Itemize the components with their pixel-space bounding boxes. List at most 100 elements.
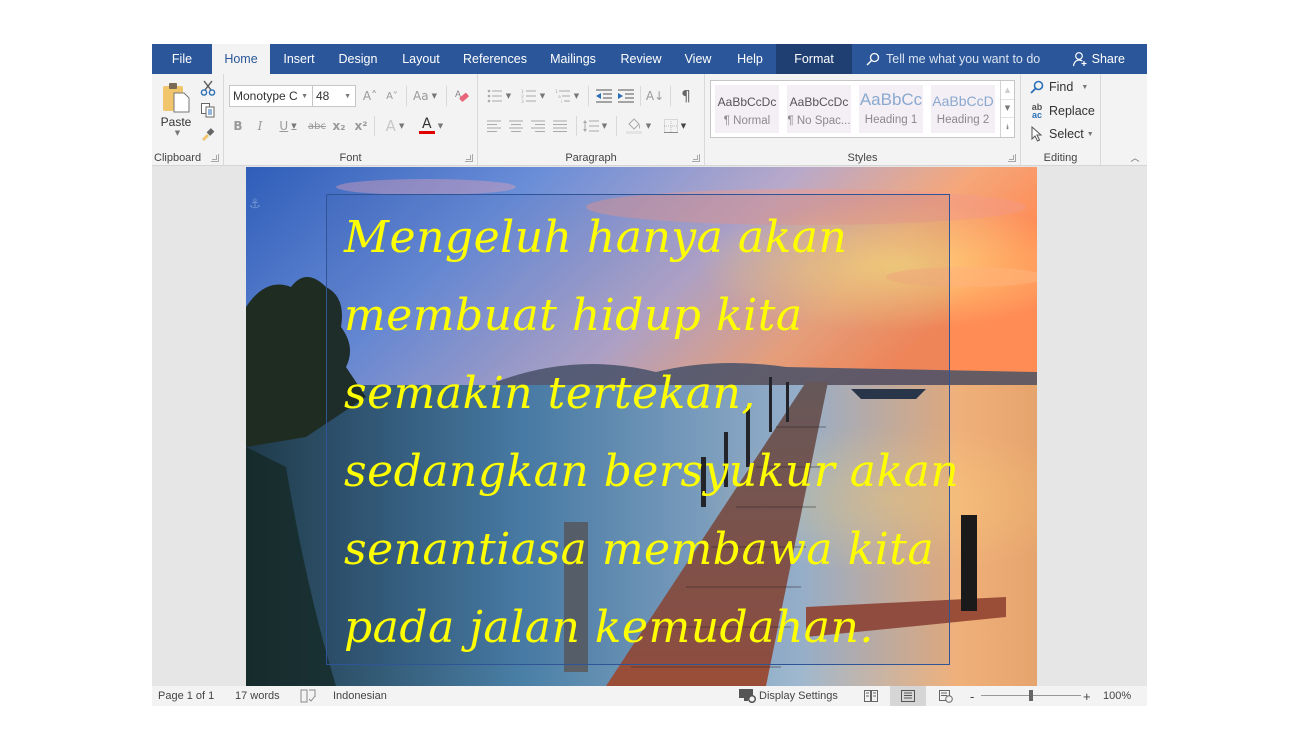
zoom-level[interactable]: 100% [1103, 686, 1131, 706]
tab-review[interactable]: Review [610, 44, 672, 74]
tab-file[interactable]: File [152, 44, 212, 74]
justify-button[interactable] [550, 116, 570, 136]
style-heading-1[interactable]: AaBbCc Heading 1 [859, 85, 923, 133]
zoom-slider-thumb[interactable] [1029, 690, 1033, 701]
style-normal[interactable]: AaBbCcDc ¶ Normal [715, 85, 779, 133]
increase-indent-button[interactable] [616, 86, 636, 106]
tab-layout[interactable]: Layout [388, 44, 454, 74]
anchor-icon: ⚓ [249, 197, 261, 212]
tab-help[interactable]: Help [724, 44, 776, 74]
divider [446, 86, 447, 106]
clear-formatting-button[interactable]: A [452, 86, 472, 106]
group-editing: Find ▼ ab ac Replace Select ▼ Editing [1021, 74, 1101, 166]
grow-font-button[interactable]: A˄ [360, 86, 380, 106]
gallery-more-button[interactable]: ⯯ [1001, 118, 1014, 137]
gallery-scroll-down-button[interactable]: ▼ [1001, 100, 1014, 119]
zoom-in-button[interactable]: + [1083, 686, 1091, 706]
font-color-glyph: A [422, 116, 432, 132]
tab-insert[interactable]: Insert [270, 44, 328, 74]
display-settings-button[interactable]: Display Settings [739, 686, 838, 706]
numbering-button[interactable]: 1 2 3 ▼ [518, 86, 548, 106]
word-window: File Home Insert Design Layout Reference… [152, 44, 1147, 706]
quote-textbox[interactable]: Mengeluh hanya akan membuat hidup kita s… [326, 194, 959, 667]
borders-button[interactable]: ▼ [658, 116, 692, 136]
justify-icon [553, 120, 567, 132]
divider [670, 86, 671, 106]
align-right-button[interactable] [528, 116, 548, 136]
select-button[interactable]: Select ▼ [1029, 126, 1094, 142]
page-layout-icon [901, 690, 915, 702]
chevron-down-icon: ▼ [1081, 83, 1089, 91]
styles-dialog-launcher[interactable] [1008, 154, 1016, 162]
shrink-font-icon: A˅ [386, 90, 398, 102]
multilevel-list-button[interactable]: 1 a i ▼ [552, 86, 582, 106]
shading-button[interactable]: ▼ [622, 116, 654, 136]
cut-button[interactable] [198, 79, 218, 97]
scissors-icon [200, 80, 216, 96]
tab-format[interactable]: Format [776, 44, 852, 74]
text-effects-button[interactable]: A ▼ [380, 116, 410, 136]
print-layout-button[interactable] [890, 686, 926, 706]
ribbon-tab-bar: File Home Insert Design Layout Reference… [152, 44, 1147, 74]
font-name-select[interactable]: Monotype C ▼ [229, 85, 313, 107]
tab-home[interactable]: Home [212, 44, 270, 74]
word-count[interactable]: 17 words [235, 686, 280, 706]
change-case-button[interactable]: Aa ▼ [410, 86, 440, 106]
bullets-button[interactable]: ▼ [484, 86, 514, 106]
decrease-indent-button[interactable] [594, 86, 614, 106]
find-button[interactable]: Find ▼ [1029, 80, 1088, 94]
italic-button[interactable]: I [252, 116, 268, 136]
zoom-out-button[interactable]: - [970, 686, 974, 706]
gallery-scroll-up-button[interactable]: ▲ [1001, 81, 1014, 100]
style-no-spacing[interactable]: AaBbCcDc ¶ No Spac... [787, 85, 851, 133]
font-dialog-launcher[interactable] [465, 154, 473, 162]
underline-button[interactable]: U ▼ [274, 116, 302, 136]
share-button[interactable]: Share [1072, 44, 1125, 74]
proofing-button[interactable] [300, 686, 316, 706]
magnifier-icon [1029, 80, 1045, 94]
line-spacing-button[interactable]: ▼ [580, 116, 610, 136]
paste-button[interactable]: Paste ▼ [158, 78, 194, 140]
chevron-down-icon: ▼ [505, 92, 512, 100]
copy-button[interactable] [198, 101, 218, 119]
tab-view[interactable]: View [672, 44, 724, 74]
format-painter-button[interactable] [198, 124, 218, 142]
chevron-up-icon: ︿ [1130, 153, 1140, 164]
shrink-font-button[interactable]: A˅ [382, 86, 402, 106]
replace-label: Replace [1049, 104, 1095, 118]
tab-mailings[interactable]: Mailings [536, 44, 610, 74]
strikethrough-icon: abc [308, 120, 326, 132]
divider [616, 116, 617, 136]
align-center-button[interactable] [506, 116, 526, 136]
tab-references[interactable]: References [454, 44, 536, 74]
tell-me-placeholder: Tell me what you want to do [886, 52, 1041, 66]
group-label-font: Font [339, 152, 362, 164]
align-left-button[interactable] [484, 116, 504, 136]
font-size-select[interactable]: 48 ▼ [312, 85, 356, 107]
page-count[interactable]: Page 1 of 1 [158, 686, 214, 706]
show-formatting-button[interactable]: ¶ [676, 86, 696, 106]
divider [576, 116, 577, 136]
document-page[interactable]: ⚓ Mengeluh hanya akan membuat hidup kita… [246, 167, 1037, 686]
replace-button[interactable]: ab ac Replace [1029, 103, 1095, 120]
collapse-ribbon-button[interactable]: ︿ [1127, 150, 1143, 164]
quote-text[interactable]: Mengeluh hanya akan membuat hidup kita s… [344, 199, 959, 667]
clipboard-paste-icon [163, 83, 190, 113]
paragraph-dialog-launcher[interactable] [692, 154, 700, 162]
tab-design[interactable]: Design [328, 44, 388, 74]
tell-me-search[interactable]: Tell me what you want to do [866, 44, 1040, 74]
superscript-button[interactable]: x² [352, 116, 370, 136]
bold-button[interactable]: B [230, 116, 246, 136]
language-indicator[interactable]: Indonesian [333, 686, 387, 706]
sort-button[interactable]: A↓ [644, 86, 666, 106]
sort-icon: A↓ [645, 89, 665, 103]
font-color-button[interactable]: A ▼ [416, 116, 446, 136]
web-layout-button[interactable] [928, 686, 964, 706]
share-person-icon [1072, 52, 1087, 67]
style-heading-2[interactable]: AaBbCcD Heading 2 [931, 85, 995, 133]
subscript-button[interactable]: x₂ [330, 116, 348, 136]
clipboard-dialog-launcher[interactable] [211, 154, 219, 162]
strikethrough-button[interactable]: abc [306, 116, 328, 136]
text-effects-icon: A [385, 117, 396, 135]
read-mode-button[interactable] [853, 686, 889, 706]
